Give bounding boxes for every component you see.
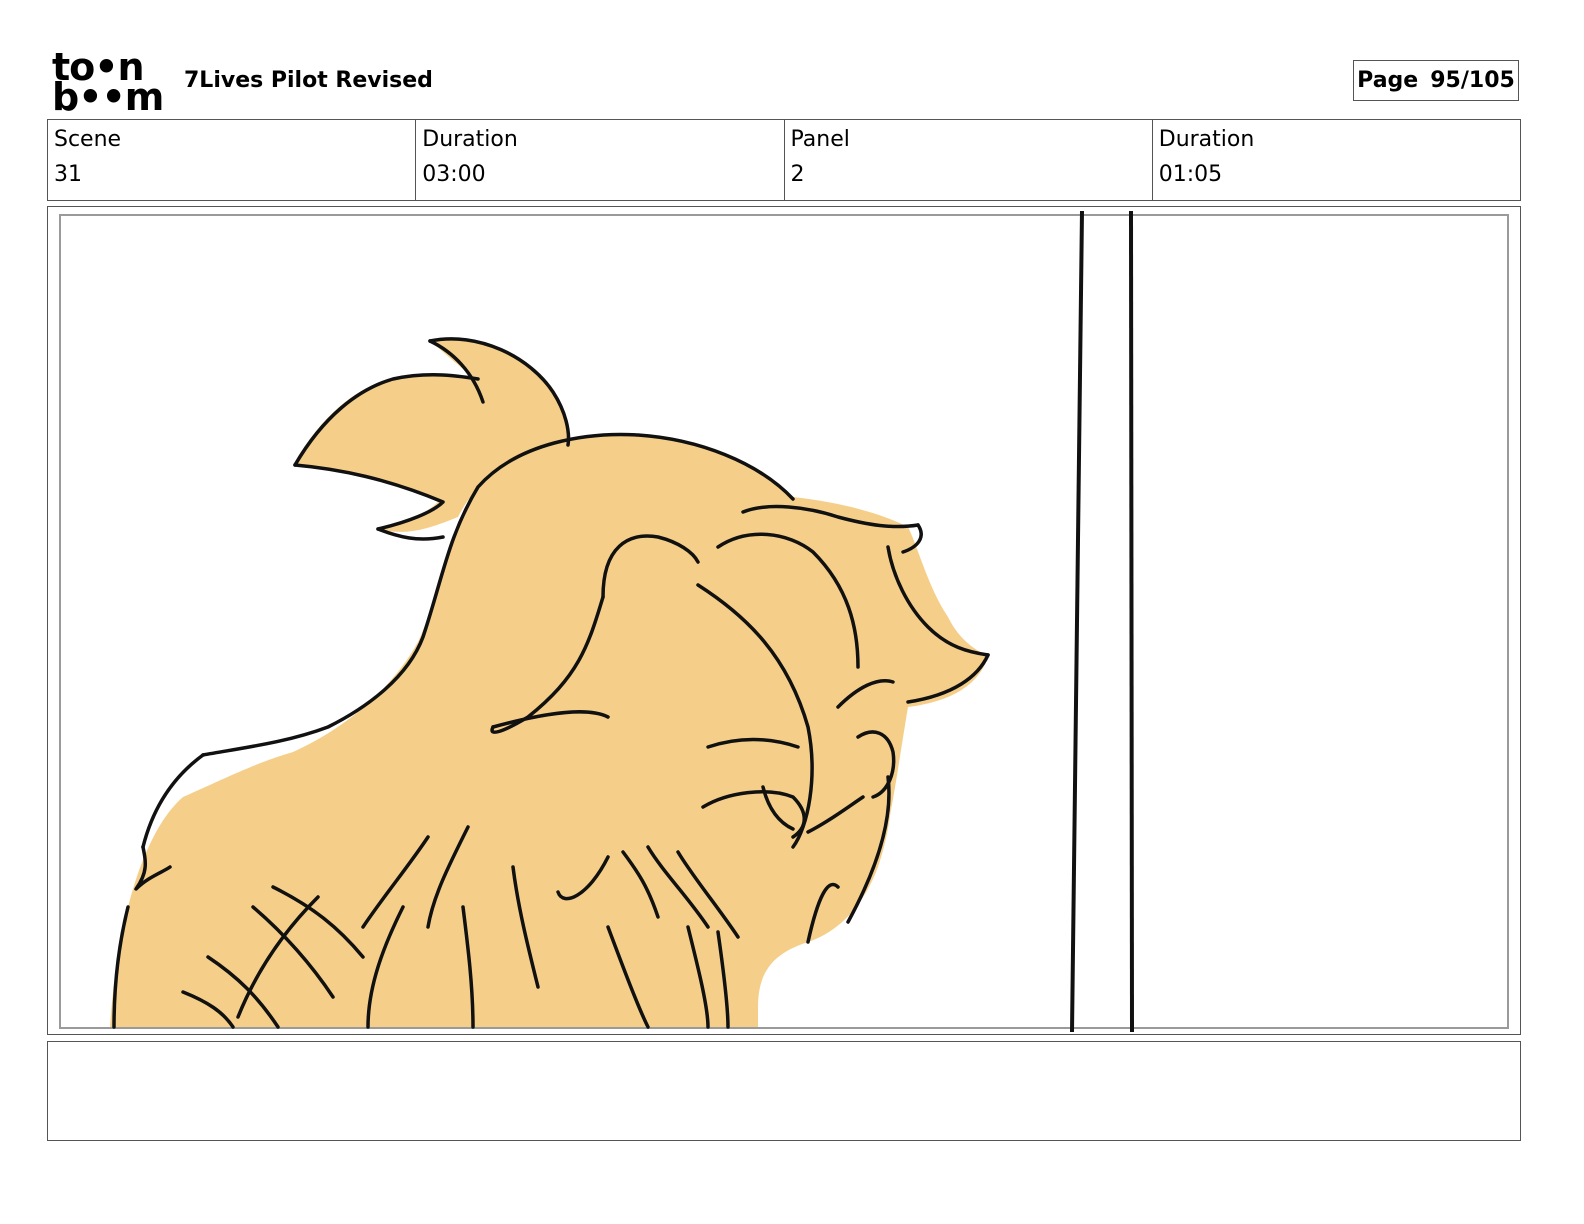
scene-duration-cell: Duration 03:00	[416, 120, 785, 200]
panel-duration-value: 01:05	[1158, 162, 1223, 187]
panel-duration-cell: Duration 01:05	[1153, 120, 1520, 200]
scene-label: Scene	[54, 127, 122, 152]
vertical-line-left	[1070, 210, 1084, 1033]
panel-label: Panel	[790, 127, 850, 152]
page-indicator: Page 95/105	[1353, 60, 1519, 101]
vertical-line-right	[1129, 210, 1134, 1033]
panel-notes-box[interactable]	[47, 1041, 1521, 1141]
storyboard-panel	[47, 206, 1521, 1035]
scene-cell: Scene 31	[48, 120, 417, 200]
project-title: 7Lives Pilot Revised	[184, 68, 433, 93]
page-number: 95/105	[1430, 68, 1515, 93]
panel-value: 2	[790, 162, 805, 187]
panel-duration-label: Duration	[1158, 127, 1255, 152]
scene-duration-label: Duration	[422, 127, 518, 152]
toon-boom-logo: to•n b••m	[52, 48, 164, 119]
scene-duration-value: 03:00	[422, 162, 486, 187]
panel-drawing	[59, 210, 1509, 1033]
page-label: Page	[1357, 68, 1419, 93]
panel-cell: Panel 2	[785, 120, 1153, 200]
logo-text-bottom: b••m	[52, 75, 164, 119]
scene-value: 31	[54, 162, 82, 187]
scene-info-table: Scene 31 Duration 03:00 Panel 2 Duration…	[47, 119, 1521, 201]
